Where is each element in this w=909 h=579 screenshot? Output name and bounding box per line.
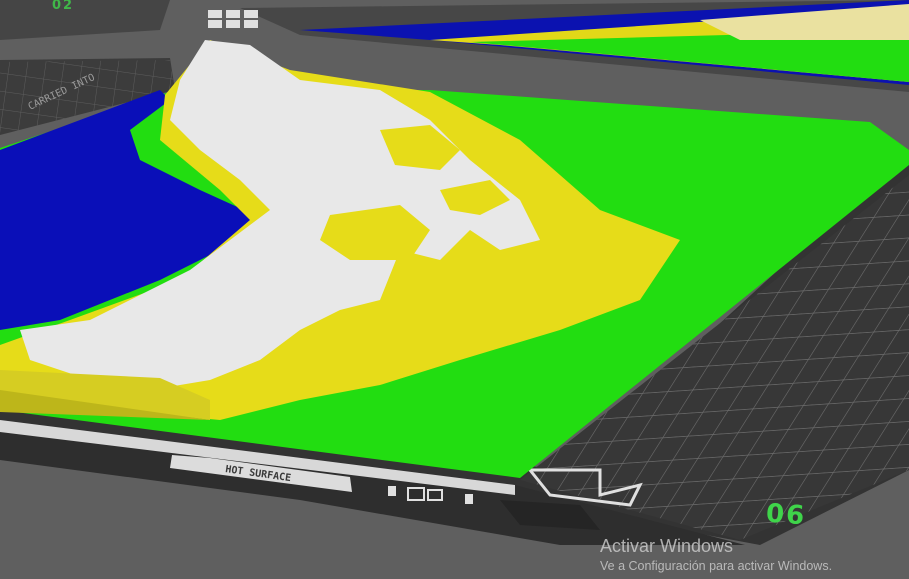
windows-activation-subtitle: Ve a Configuración para activar Windows.	[600, 559, 833, 573]
windows-activation-title: Activar Windows	[600, 536, 734, 556]
3d-viewport[interactable]: HOT SURFACE CARRIED INTO	[0, 0, 909, 579]
front-plate-number: 06	[765, 498, 808, 532]
back-plate-number: 02	[52, 0, 75, 13]
grid-view-icon[interactable]	[208, 10, 258, 28]
